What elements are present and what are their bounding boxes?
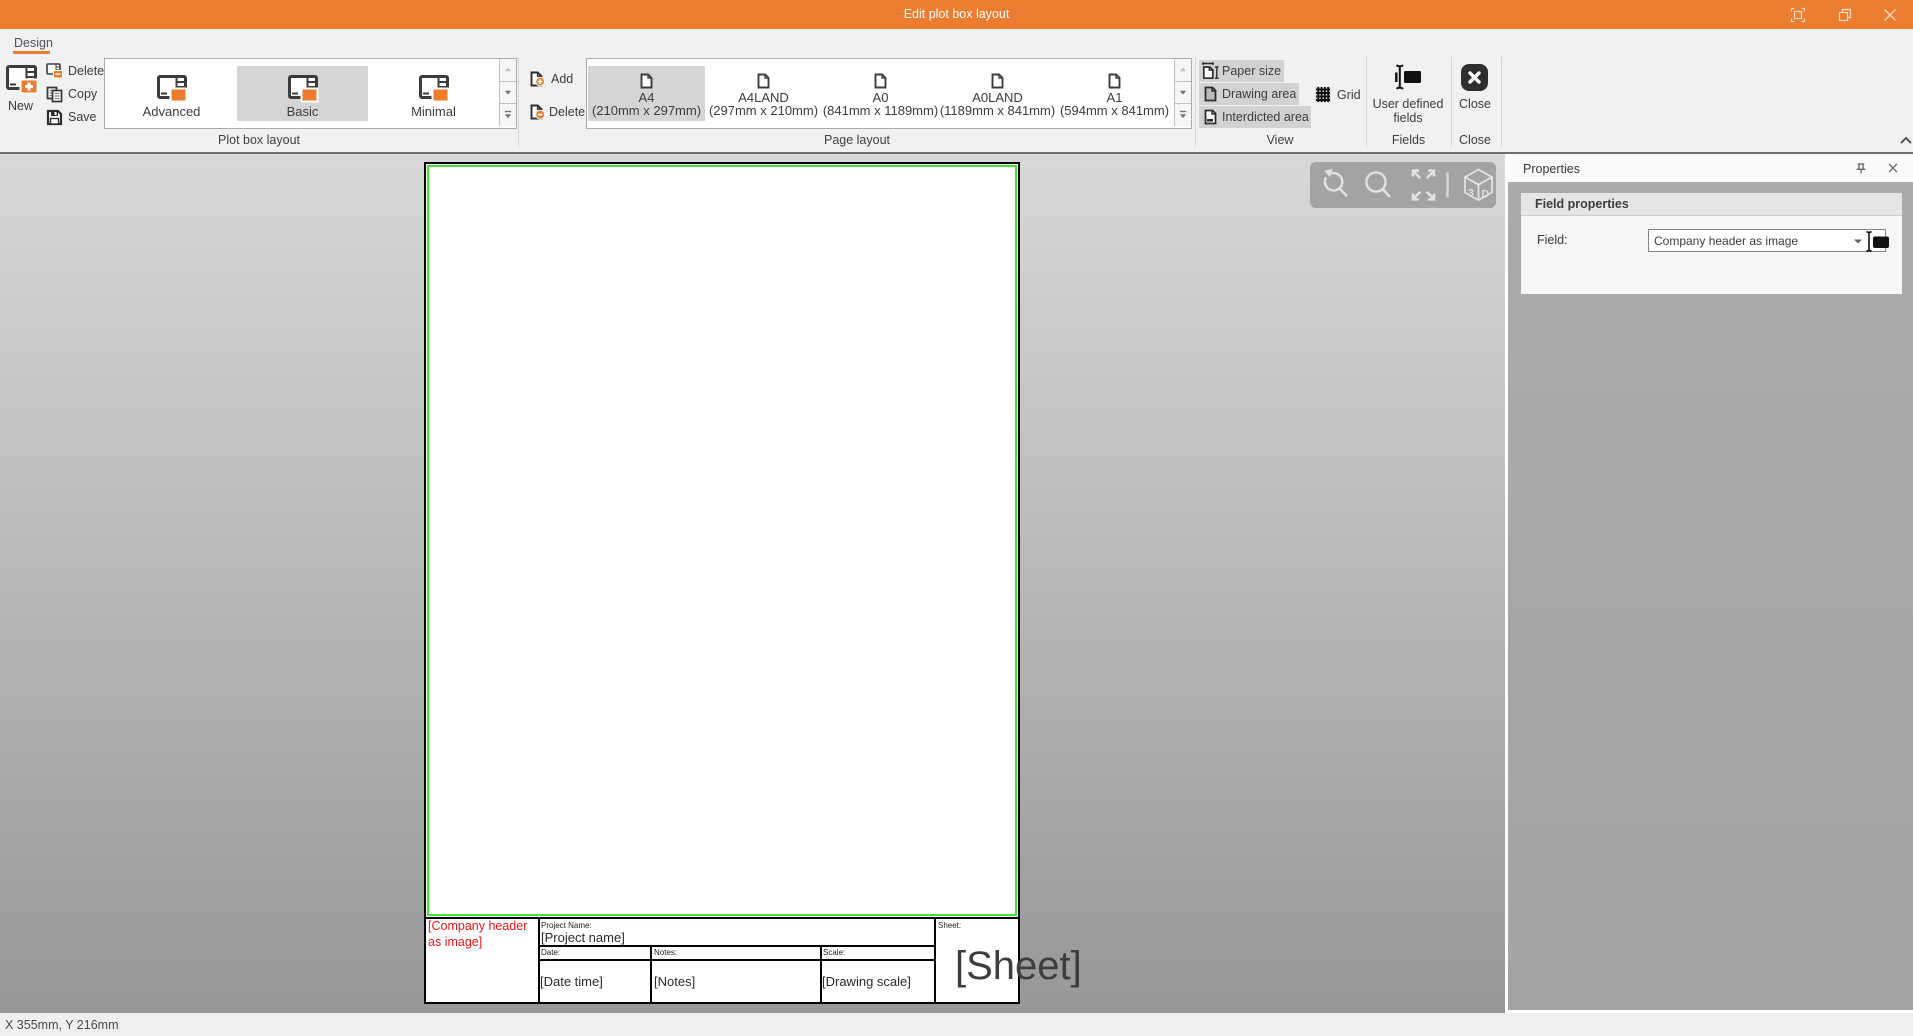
svg-text:D: D <box>1482 188 1490 200</box>
svg-text:3: 3 <box>1468 187 1474 199</box>
